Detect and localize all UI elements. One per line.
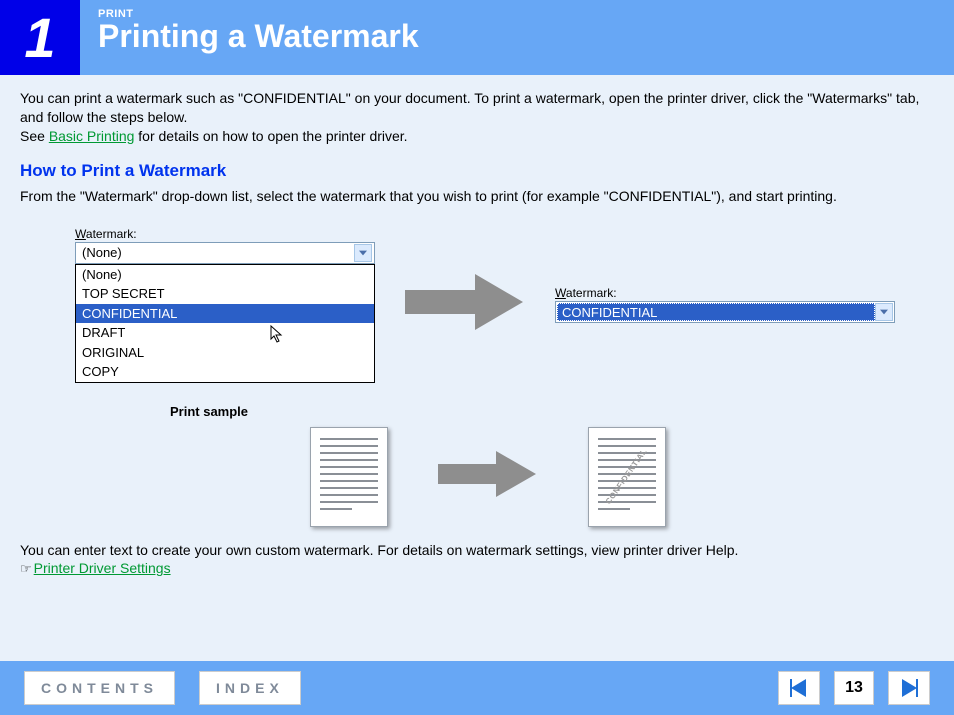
footer-nav: 13	[778, 671, 930, 705]
header-titles: PRINT Printing a Watermark	[80, 0, 437, 75]
print-sample-row: CONFIDENTIAL	[310, 427, 934, 527]
dropdown-option[interactable]: ORIGINAL	[76, 343, 374, 363]
intro-see-line: See Basic Printing for details on how to…	[20, 127, 934, 146]
dropdown-list: (None) TOP SECRET CONFIDENTIAL DRAFT ORI…	[75, 264, 375, 383]
dropdown-label: Watermark:	[555, 285, 895, 301]
dropdown-option[interactable]: TOP SECRET	[76, 284, 374, 304]
page-header: 1 PRINT Printing a Watermark	[0, 0, 954, 75]
chevron-down-icon[interactable]	[875, 303, 893, 321]
dropdown-option[interactable]: (None)	[76, 265, 374, 285]
triangle-left-icon	[788, 677, 810, 699]
index-button[interactable]: INDEX	[199, 671, 301, 705]
page-number: 13	[834, 671, 874, 705]
dropdown-selected-value: CONFIDENTIAL	[557, 303, 875, 321]
dropdown-select[interactable]: CONFIDENTIAL	[555, 301, 895, 323]
print-sample-label: Print sample	[170, 403, 934, 421]
dropdown-select[interactable]: (None)	[75, 242, 375, 264]
watermark-dropdown-expanded: Watermark: (None) (None) TOP SECRET CONF…	[75, 226, 375, 383]
basic-printing-link[interactable]: Basic Printing	[49, 128, 135, 144]
printer-driver-settings-line: ☞Printer Driver Settings	[20, 559, 934, 578]
next-page-button[interactable]	[888, 671, 930, 705]
dropdown-option-selected[interactable]: CONFIDENTIAL	[76, 304, 374, 324]
intro-prefix: See	[20, 128, 49, 144]
triangle-right-icon	[898, 677, 920, 699]
arrow-right-icon	[405, 272, 525, 337]
chapter-number: 1	[0, 0, 80, 75]
chevron-down-icon[interactable]	[354, 244, 372, 262]
watermark-dropdown-collapsed: Watermark: CONFIDENTIAL	[555, 285, 895, 323]
page-footer: CONTENTS INDEX 13	[0, 661, 954, 715]
arrow-right-icon	[438, 449, 538, 504]
dropdown-diagram-row: Watermark: (None) (None) TOP SECRET CONF…	[75, 226, 934, 383]
intro-suffix: for details on how to open the printer d…	[134, 128, 407, 144]
watermark-overlay: CONFIDENTIAL	[604, 447, 650, 507]
dropdown-label: Watermark:	[75, 226, 375, 242]
custom-watermark-text: You can enter text to create your own cu…	[20, 541, 934, 560]
main-content: You can print a watermark such as "CONFI…	[0, 75, 954, 578]
document-thumb-watermarked: CONFIDENTIAL	[588, 427, 666, 527]
section-title: How to Print a Watermark	[20, 160, 934, 183]
page-title: Printing a Watermark	[98, 18, 419, 55]
section-lead: From the "Watermark" drop-down list, sel…	[20, 187, 934, 206]
document-thumb-plain	[310, 427, 388, 527]
prev-page-button[interactable]	[778, 671, 820, 705]
contents-button[interactable]: CONTENTS	[24, 671, 175, 705]
dropdown-option[interactable]: COPY	[76, 362, 374, 382]
hand-point-icon: ☞	[20, 560, 32, 578]
intro-paragraph: You can print a watermark such as "CONFI…	[20, 89, 934, 127]
dropdown-option[interactable]: DRAFT	[76, 323, 374, 343]
dropdown-selected-value: (None)	[82, 244, 122, 262]
printer-driver-settings-link[interactable]: Printer Driver Settings	[34, 560, 171, 576]
